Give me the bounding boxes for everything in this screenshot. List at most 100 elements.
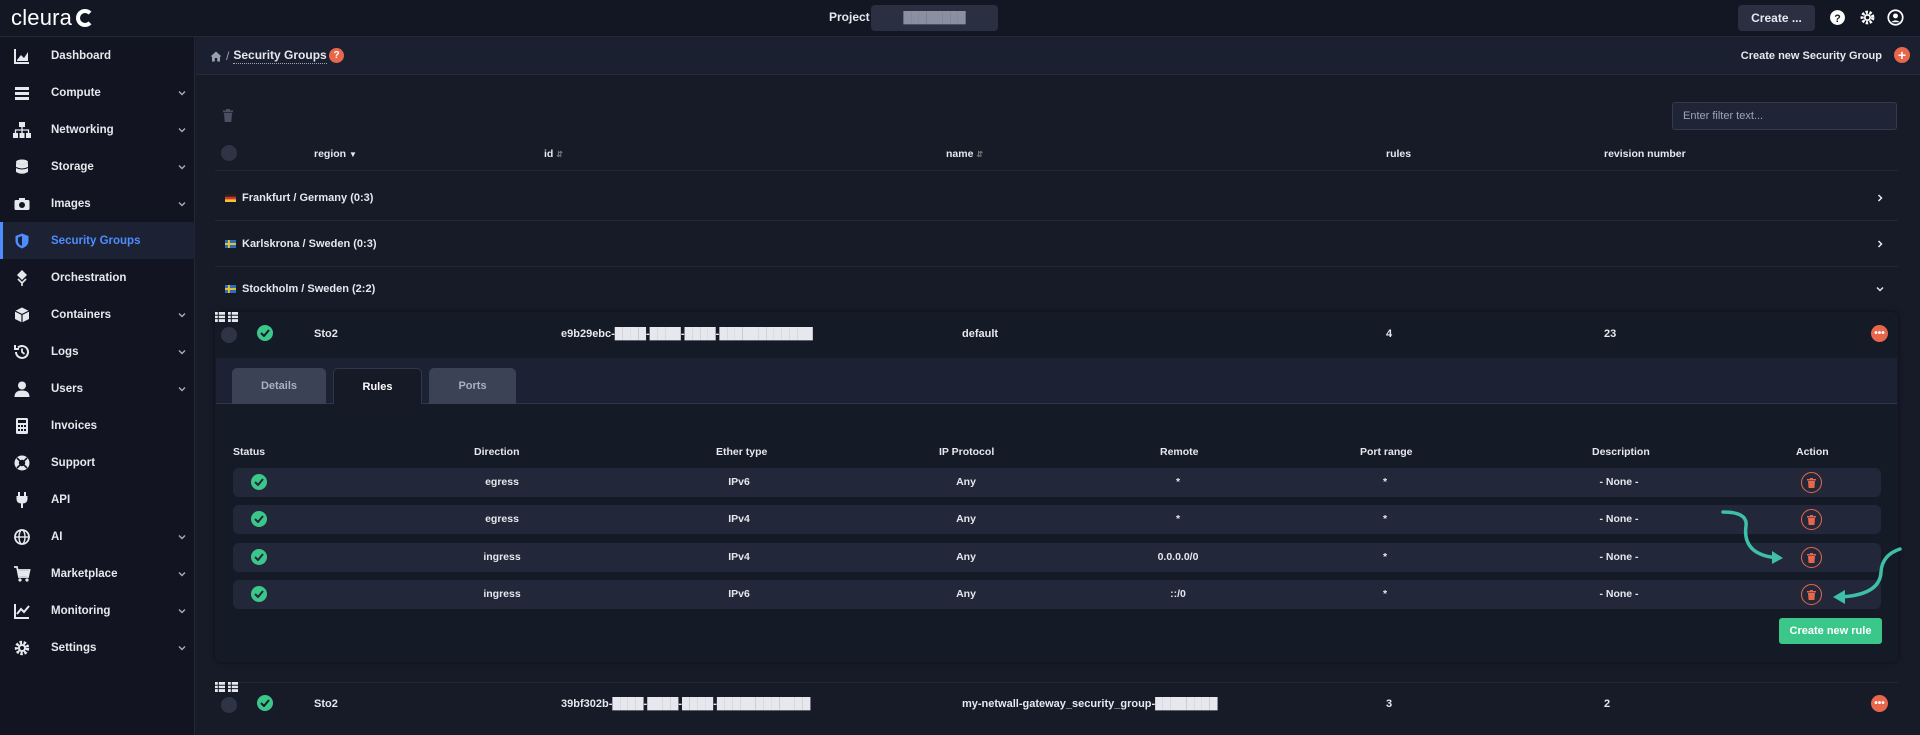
ai-icon	[14, 528, 30, 545]
rule-ether-type: IPv4	[728, 551, 750, 563]
sidebar-item-compute[interactable]: Compute	[0, 74, 195, 111]
rule-direction: ingress	[483, 588, 521, 600]
region-group-frankfurt[interactable]: Frankfurt / Germany (0:3)	[215, 175, 1898, 220]
row-name[interactable]: default	[962, 328, 998, 340]
sidebar-item-label: Orchestration	[51, 271, 127, 284]
region-group-karlskrona[interactable]: Karlskrona / Sweden (0:3)	[215, 221, 1898, 266]
more-options-icon[interactable]: •••	[1871, 695, 1888, 712]
rule-column-direction[interactable]: Direction	[474, 446, 520, 458]
more-options-icon[interactable]: •••	[1871, 325, 1888, 342]
chevron-down-icon	[178, 608, 186, 613]
status-ok-icon	[251, 586, 267, 602]
germany-flag-icon	[225, 193, 236, 202]
row-id[interactable]: 39bf302b-████-████-████-████████████	[561, 698, 810, 710]
plug-icon	[16, 491, 28, 508]
sidebar-item-ai[interactable]: AI	[0, 518, 195, 555]
rule-protocol: Any	[956, 551, 976, 563]
sidebar-item-networking[interactable]: Networking	[0, 111, 195, 148]
tab-rules[interactable]: Rules	[333, 368, 422, 404]
rule-ether-type: IPv6	[728, 588, 750, 600]
sidebar-item-label: Images	[51, 197, 91, 210]
sidebar-item-api[interactable]: API	[0, 481, 195, 518]
sidebar-item-orchestration[interactable]: Orchestration	[0, 259, 195, 296]
sidebar-item-logs[interactable]: Logs	[0, 333, 195, 370]
row-checkbox[interactable]	[221, 697, 237, 713]
filter-input[interactable]	[1672, 102, 1897, 130]
create-new-rule-button[interactable]: Create new rule	[1779, 618, 1882, 644]
rule-port-range: *	[1382, 588, 1388, 600]
column-label: name	[946, 148, 974, 160]
logo-mark-icon	[76, 9, 95, 27]
sidebar-item-label: Users	[51, 382, 83, 395]
sidebar-item-monitoring[interactable]: Monitoring	[0, 592, 195, 629]
chevron-down-icon	[178, 312, 186, 317]
sidebar-item-marketplace[interactable]: Marketplace	[0, 555, 195, 592]
rule-row: ingress IPv4 Any 0.0.0.0/0 * - None -	[233, 543, 1881, 572]
chevron-right-icon	[1877, 239, 1883, 248]
status-ok-icon	[251, 549, 267, 565]
rule-port-range: *	[1382, 513, 1388, 525]
calculator-icon	[16, 417, 28, 434]
row-name[interactable]: my-netwall-gateway_security_group-██████…	[962, 698, 1218, 710]
chevron-down-icon	[178, 386, 186, 391]
tab-details[interactable]: Details	[232, 368, 326, 404]
column-header-region[interactable]: region ▼	[314, 148, 357, 160]
sidebar-item-invoices[interactable]: Invoices	[0, 407, 195, 444]
project-selector[interactable]: ████████	[871, 5, 998, 31]
sidebar-item-dashboard[interactable]: Dashboard	[0, 37, 195, 74]
rule-description: - None -	[1599, 476, 1639, 488]
column-header-id[interactable]: id ⇵	[544, 148, 563, 160]
brand-logo[interactable]: cleura	[11, 5, 95, 31]
table-row[interactable]: Sto2 39bf302b-████-████-████-███████████…	[215, 682, 1898, 727]
camera-icon	[14, 197, 30, 210]
sidebar-item-images[interactable]: Images	[0, 185, 195, 222]
help-icon[interactable]: ?	[1829, 9, 1846, 26]
row-id[interactable]: e9b29ebc-████-████-████-████████████	[561, 328, 813, 340]
rule-column-description: Description	[1592, 446, 1650, 458]
column-header-rules[interactable]: rules	[1386, 148, 1411, 160]
network-icon	[13, 121, 31, 138]
tab-ports[interactable]: Ports	[429, 368, 516, 404]
region-group-stockholm[interactable]: Stockholm / Sweden (2:2)	[215, 266, 1898, 311]
rule-remote: *	[1175, 513, 1181, 525]
home-icon[interactable]	[210, 51, 222, 62]
rule-remote: ::/0	[1170, 588, 1186, 600]
plus-circle-icon[interactable]: +	[1894, 47, 1910, 63]
sidebar-item-label: Invoices	[51, 419, 98, 432]
sidebar: Dashboard Compute Networking Storage Ima…	[0, 37, 195, 735]
table-icon	[228, 682, 239, 692]
sidebar-item-label: Monitoring	[51, 604, 111, 617]
gear-icon[interactable]	[1859, 9, 1876, 26]
rule-port-range: *	[1382, 476, 1388, 488]
rule-row: egress IPv4 Any * * - None -	[233, 505, 1881, 534]
help-icon[interactable]: ?	[329, 48, 344, 63]
sidebar-item-settings[interactable]: Settings	[0, 629, 195, 666]
chevron-down-icon	[178, 201, 186, 206]
create-security-group-link[interactable]: Create new Security Group	[1741, 50, 1882, 62]
rule-direction: egress	[485, 513, 519, 525]
sidebar-item-security-groups[interactable]: Security Groups	[0, 222, 195, 259]
account-icon[interactable]	[1887, 9, 1904, 26]
create-menu-button[interactable]: Create ...	[1738, 5, 1815, 31]
column-header-name[interactable]: name ⇵	[946, 148, 983, 160]
sidebar-item-label: Compute	[51, 86, 101, 99]
select-all-checkbox[interactable]	[221, 145, 237, 161]
table-row[interactable]: Sto2 e9b29ebc-████-████-████-███████████…	[215, 312, 1898, 357]
sidebar-item-support[interactable]: Support	[0, 444, 195, 481]
sidebar-item-label: Security Groups	[51, 234, 141, 247]
sidebar-item-storage[interactable]: Storage	[0, 148, 195, 185]
column-header-revision[interactable]: revision number	[1604, 148, 1686, 160]
monitoring-icon	[14, 603, 30, 619]
row-checkbox[interactable]	[221, 327, 237, 343]
delete-rule-button[interactable]	[1801, 472, 1822, 493]
sidebar-item-containers[interactable]: Containers	[0, 296, 195, 333]
trash-icon[interactable]	[222, 109, 234, 122]
region-group-label: Stockholm / Sweden (2:2)	[242, 282, 376, 295]
detail-tabs-panel: Details Rules Ports	[216, 358, 1897, 404]
sidebar-item-users[interactable]: Users	[0, 370, 195, 407]
rule-ether-type: IPv6	[728, 476, 750, 488]
rule-column-status: Status	[233, 446, 266, 458]
trash-icon	[1807, 477, 1816, 488]
rule-column-ether: Ether type	[716, 446, 768, 458]
row-rules: 4	[1386, 328, 1393, 340]
